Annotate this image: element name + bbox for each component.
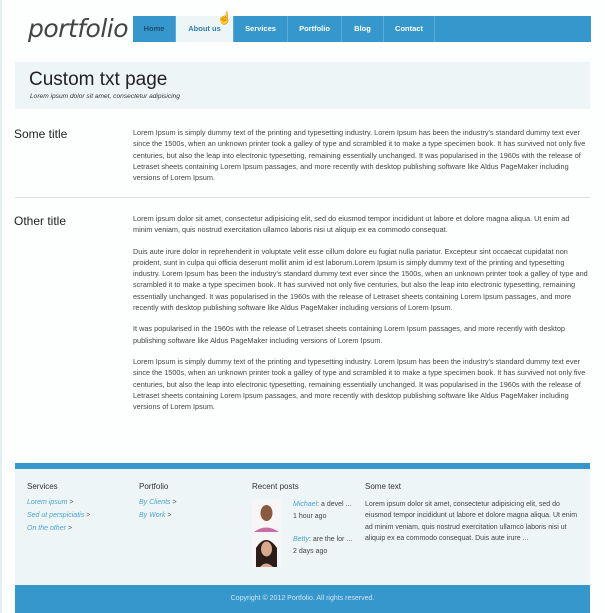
nav-home[interactable]: Home — [133, 16, 176, 42]
post-time: 1 hour ago — [293, 513, 327, 520]
footer: Services Lorem ipsum > Sed ut perspiciat… — [15, 469, 590, 585]
footer-text: Lorem ipsum dolor sit amet, consectetur … — [365, 501, 578, 542]
footer-heading: Some text — [365, 482, 402, 491]
post-excerpt: : are the lor ... — [308, 536, 353, 543]
page-subtitle: Lorem ipsum dolor sit amet, consectetur … — [30, 93, 180, 100]
nav-blog[interactable]: Blog — [342, 16, 384, 42]
avatar — [252, 534, 281, 567]
recent-post[interactable]: Betty: are the lor ... 2 days ago — [252, 534, 362, 567]
chevron-right-icon: > — [172, 499, 177, 506]
divider — [15, 197, 590, 198]
footer-recent-posts: Recent posts Michael: a devel ... 1 hour … — [252, 482, 362, 569]
chevron-right-icon: > — [167, 512, 172, 519]
post-time: 2 days ago — [293, 548, 328, 555]
nav-services[interactable]: Services — [234, 16, 288, 42]
hand-cursor-icon: ☝ — [217, 11, 232, 25]
nav-contact[interactable]: Contact — [384, 16, 435, 42]
section-title: Other title — [14, 214, 67, 228]
paragraph: Duis aute irure dolor in reprehenderit i… — [133, 246, 588, 313]
chevron-right-icon: > — [67, 525, 72, 532]
footer-services: Services Lorem ipsum > Sed ut perspiciat… — [27, 482, 90, 538]
footer-link[interactable]: By Work > — [139, 512, 177, 519]
footer-link[interactable]: Sed ut perspiciatis > — [27, 512, 90, 519]
avatar — [252, 499, 281, 532]
footer-link[interactable]: By Clients > — [139, 499, 177, 506]
section-title: Some title — [14, 127, 68, 141]
paragraph: Lorem Ipsum is simply dummy text of the … — [133, 128, 586, 183]
recent-post[interactable]: Michael: a devel ... 1 hour ago — [252, 499, 362, 532]
post-author[interactable]: Betty — [293, 536, 309, 543]
copyright: Copyright © 2012 Portfolio. All rights r… — [15, 585, 590, 613]
footer-link[interactable]: Lorem ipsum > — [27, 499, 90, 506]
paragraph: It was popularised in the 1960s with the… — [133, 324, 565, 345]
paragraph: Lorem Ipsum is simply dummy text of the … — [133, 356, 586, 412]
logo[interactable]: portfolio — [28, 14, 129, 43]
paragraph: Lorem ipsum dolor sit amet, consectetur … — [133, 214, 570, 235]
section-body: Lorem Ipsum is simply dummy text of the … — [133, 127, 589, 193]
footer-heading: Recent posts — [252, 482, 299, 491]
footer-heading: Services — [27, 482, 58, 491]
footer-link[interactable]: On the other > — [27, 525, 90, 532]
page-header: Custom txt page Lorem ipsum dolor sit am… — [15, 62, 590, 109]
post-author[interactable]: Michael — [293, 501, 317, 508]
footer-heading: Portfolio — [139, 482, 169, 491]
main-nav: Home About us Services Portfolio Blog Co… — [133, 16, 591, 42]
nav-portfolio[interactable]: Portfolio — [288, 16, 342, 42]
chevron-right-icon: > — [86, 512, 91, 519]
post-excerpt: : a devel ... — [317, 501, 352, 508]
section-body: Lorem ipsum dolor sit amet, consectetur … — [133, 213, 589, 422]
footer-portfolio: Portfolio By Clients > By Work > — [139, 482, 177, 525]
footer-some-text: Some text Lorem ipsum dolor sit amet, co… — [365, 482, 580, 544]
page-title: Custom txt page — [29, 69, 168, 90]
chevron-right-icon: > — [69, 499, 74, 506]
